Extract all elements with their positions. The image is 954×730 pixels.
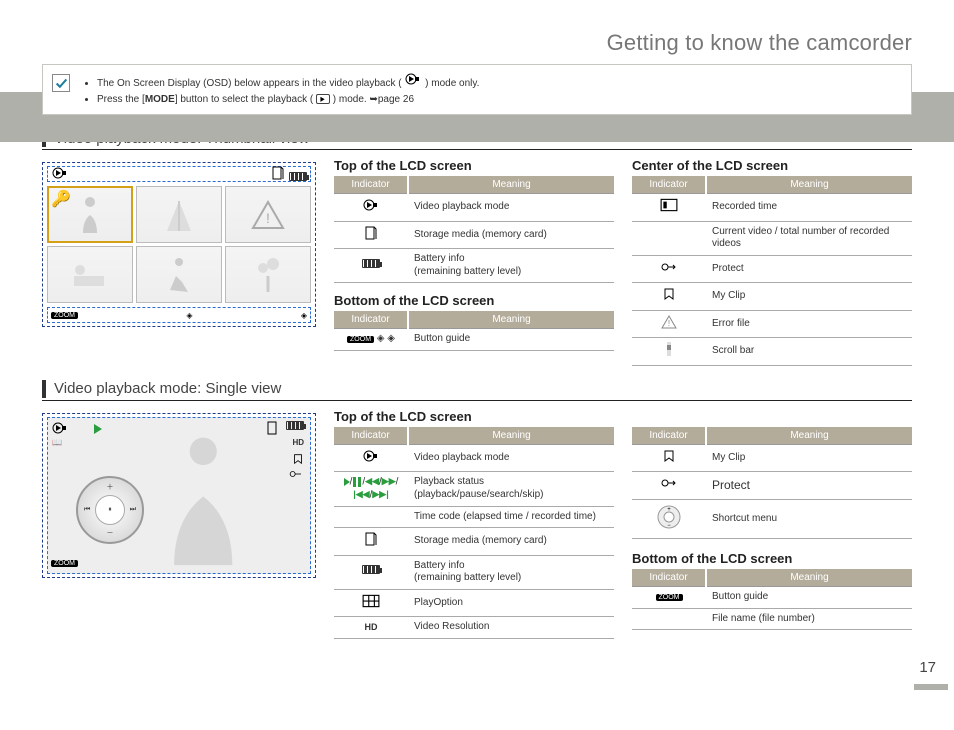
playoption-icon: 📖	[52, 438, 62, 447]
thumb-selected: 🔑	[47, 186, 133, 243]
playback-mode-icon	[334, 444, 408, 472]
rec-time-icon	[632, 194, 706, 222]
shortcut-icon: +−	[632, 499, 706, 539]
button-guide-icon: ZOOM	[632, 587, 706, 609]
svg-text:−: −	[667, 523, 671, 529]
battery-icon	[286, 421, 304, 430]
info-note: The On Screen Display (OSD) below appear…	[42, 64, 912, 115]
page-title: Getting to know the camcorder	[42, 30, 912, 56]
heading-center-lcd: Center of the LCD screen	[632, 158, 912, 173]
thumb	[47, 246, 133, 303]
table-thumb-center: IndicatorMeaning Recorded time Current v…	[632, 176, 912, 366]
card-icon	[264, 422, 282, 439]
page-number-accent	[914, 684, 948, 690]
playback-mode-icon	[51, 166, 69, 182]
myclip-icon	[632, 444, 706, 472]
playback-mode-icon	[334, 194, 408, 222]
zoom-chip: ZOOM	[51, 560, 78, 567]
heading-top-lcd: Top of the LCD screen	[334, 158, 614, 173]
protect-icon	[288, 466, 304, 484]
page-link: ➥page 26	[369, 94, 414, 105]
heading-bottom-lcd-single: Bottom of the LCD screen	[632, 551, 912, 566]
scrollbar-icon	[632, 338, 706, 366]
heading-top-lcd-single: Top of the LCD screen	[334, 409, 614, 424]
card-icon	[334, 528, 408, 556]
thumb	[225, 246, 311, 303]
zoom-chip: ZOOM	[51, 312, 78, 319]
card-icon	[269, 173, 287, 182]
page-number: 17	[919, 659, 936, 676]
note-line-1: The On Screen Display (OSD) below appear…	[97, 72, 899, 91]
note-line-2: Press the [MODE] button to select the pl…	[97, 92, 899, 107]
hd-icon: HD	[334, 617, 408, 639]
table-thumb-top: IndicatorMeaning Video playback mode Sto…	[334, 176, 614, 283]
protect-icon	[632, 255, 706, 283]
lcd-single-mock: 📖 HD ＋ － ⏮ ⏭ ⏸ ZOOM	[42, 413, 316, 578]
protect-icon	[632, 472, 706, 500]
playoption-icon	[334, 589, 408, 617]
button-guide-icon: ZOOM ◈ ◈	[334, 329, 408, 351]
battery-icon	[289, 172, 307, 181]
nav-icon: ◈	[301, 311, 307, 320]
playback-icon	[316, 94, 330, 104]
shortcut-knob: ＋ － ⏮ ⏭ ⏸	[76, 476, 144, 544]
table-single-top-right: IndicatorMeaning My Clip Protect +−Short…	[632, 427, 912, 540]
battery-icon	[334, 249, 408, 283]
hd-icon: HD	[292, 438, 304, 447]
section-single-view: Video playback mode: Single view	[42, 380, 912, 401]
thumb	[136, 246, 222, 303]
table-thumb-bottom: IndicatorMeaning ZOOM ◈ ◈Button guide	[334, 311, 614, 351]
thumb	[136, 186, 222, 243]
check-icon	[52, 74, 70, 92]
battery-icon	[334, 555, 408, 589]
table-single-bottom: IndicatorMeaning ZOOMButton guide File n…	[632, 569, 912, 630]
protect-icon: 🔑	[51, 189, 71, 209]
lcd-thumbnail-mock: 🔑 ! ZOOM ◈ ◈	[42, 162, 316, 327]
error-icon: !	[632, 310, 706, 338]
svg-text:!: !	[668, 319, 670, 328]
svg-text:!: !	[266, 210, 270, 226]
table-single-top-left: IndicatorMeaning Video playback mode //◀…	[334, 427, 614, 639]
play-icon	[94, 421, 102, 439]
myclip-icon	[632, 283, 706, 311]
thumb-error: !	[225, 186, 311, 243]
playback-mode-icon	[51, 421, 69, 437]
playback-mode-icon	[404, 78, 422, 89]
nav-icon: ◈	[186, 311, 192, 320]
card-icon	[334, 221, 408, 249]
svg-text:+: +	[667, 507, 671, 513]
heading-bottom-lcd: Bottom of the LCD screen	[334, 293, 614, 308]
playback-status-icon: //◀◀/▶▶/|◀◀/▶▶|	[334, 472, 408, 507]
